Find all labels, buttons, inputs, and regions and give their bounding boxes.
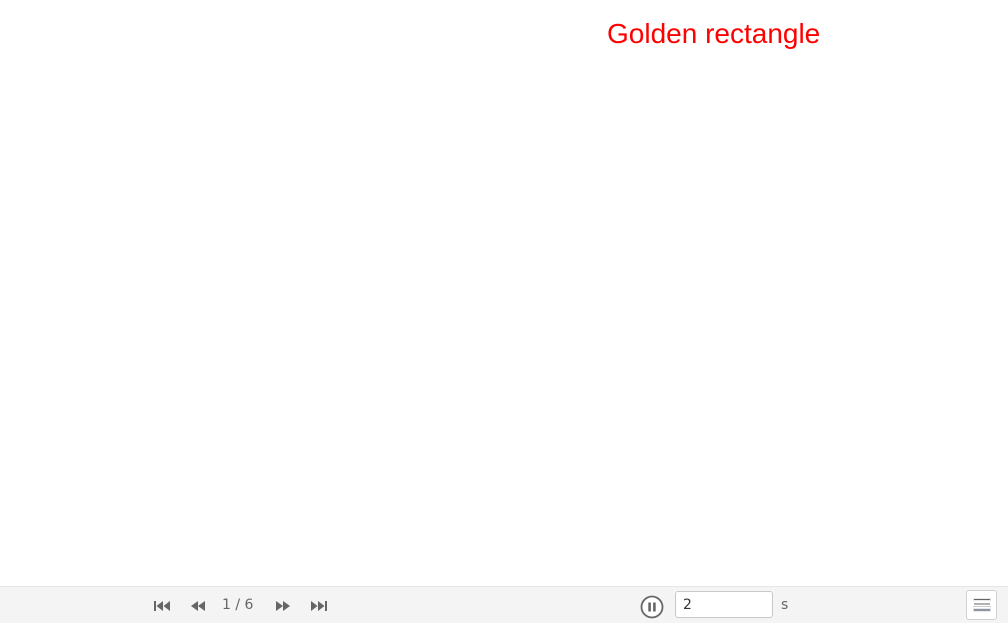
speed-input[interactable] (675, 591, 773, 618)
pause-icon (640, 595, 664, 619)
pause-button[interactable] (640, 595, 664, 619)
next-button[interactable] (272, 596, 294, 616)
speed-unit: s (781, 597, 789, 613)
algebra-view-button[interactable] (966, 590, 997, 620)
app-window: Golden rectangle 1 / 6 2 s (0, 0, 1008, 623)
previous-icon (191, 601, 205, 611)
playback-toolbar: 1 / 6 s (0, 586, 1008, 623)
skip-first-icon (154, 601, 170, 611)
algebra-view-icon (971, 597, 992, 613)
skip-first-button[interactable] (151, 596, 173, 616)
graphics-canvas[interactable]: Golden rectangle (0, 0, 1008, 586)
next-icon (276, 601, 290, 611)
previous-button[interactable] (187, 596, 209, 616)
skip-last-icon (311, 601, 327, 611)
step-indicator: 1 / 6 (222, 597, 254, 613)
skip-last-button[interactable] (308, 596, 330, 616)
canvas-title: Golden rectangle (607, 18, 821, 49)
